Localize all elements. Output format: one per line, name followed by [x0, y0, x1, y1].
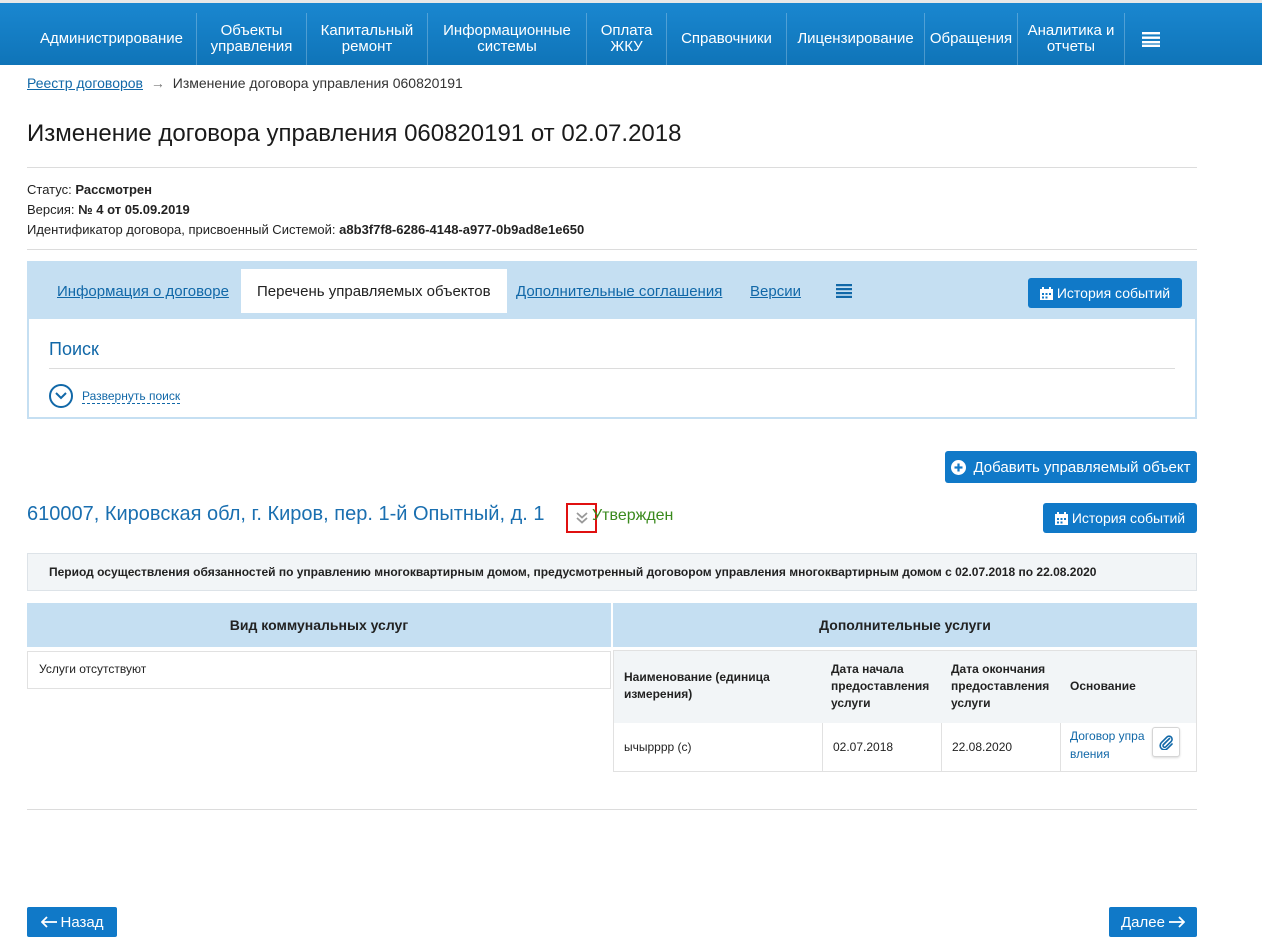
list-icon [836, 284, 852, 298]
breadcrumb-arrow: → [150, 75, 165, 91]
nav-item-analytics[interactable]: Аналитика и отчеты [1018, 13, 1125, 65]
nav-item-licensing[interactable]: Лицензирование [787, 13, 925, 65]
column-basis: Основание [1070, 679, 1136, 693]
tab-additional-agreements[interactable]: Дополнительные соглашения [516, 269, 722, 313]
nav-item-reference[interactable]: Справочники [667, 13, 787, 65]
divider [27, 249, 1197, 250]
column-start-date: Дата начала предоставления услуги [831, 662, 930, 710]
attachment-button[interactable] [1152, 727, 1180, 757]
add-managed-object-button[interactable]: Добавить управляемый объект [945, 451, 1197, 483]
management-period: Период осуществления обязанностей по упр… [27, 553, 1197, 591]
tab-more-menu[interactable] [836, 269, 852, 313]
hamburger-icon [1142, 32, 1160, 47]
divider [27, 167, 1197, 168]
service-end-date: 22.08.2020 [952, 740, 1013, 754]
breadcrumb: Реестр договоров → Изменение договора уп… [27, 75, 463, 91]
back-button-label: Назад [60, 913, 104, 931]
page-title: Изменение договора управления 060820191 … [27, 120, 682, 147]
tab-bar: Информация о договоре Перечень управляем… [29, 263, 1195, 319]
divider [49, 368, 1175, 369]
nav-item-payment[interactable]: Оплата ЖКУ [587, 13, 667, 65]
additional-services-table: Наименование (единица измерения) Дата на… [613, 650, 1197, 772]
identifier-label: Идентификатор договора, присвоенный Сист… [27, 222, 336, 237]
identifier-value: a8b3f7f8-6286-4148-a977-0b9ad8e1e650 [339, 222, 585, 237]
no-services-text: Услуги отсутствуют [39, 662, 147, 676]
nav-item-appeals[interactable]: Обращения [925, 13, 1018, 65]
column-name: Наименование (единица измерения) [624, 670, 770, 701]
basis-document-link[interactable]: Договор управления [1070, 727, 1150, 763]
expand-search-link[interactable]: Развернуть поиск [82, 389, 181, 404]
history-button-top[interactable]: История событий [1028, 278, 1182, 308]
arrow-right-icon [1168, 916, 1185, 928]
utility-services-header-label: Вид коммунальных услуг [229, 617, 409, 633]
version-line: Версия: № 4 от 05.09.2019 [27, 202, 190, 217]
plus-circle-icon [951, 459, 967, 475]
identifier-line: Идентификатор договора, присвоенный Сист… [27, 222, 584, 237]
divider [27, 809, 1197, 810]
calendar-icon [1039, 286, 1053, 300]
no-services-cell: Услуги отсутствуют [27, 651, 611, 689]
tab-managed-objects[interactable]: Перечень управляемых объектов [241, 269, 507, 313]
double-chevron-down-icon [575, 512, 588, 524]
arrow-left-icon [40, 916, 57, 928]
calendar-icon [1054, 511, 1068, 525]
utility-services-header: Вид коммунальных услуг [27, 603, 611, 647]
version-value: № 4 от 05.09.2019 [78, 202, 190, 217]
status-value: Рассмотрен [75, 182, 152, 197]
next-button-label: Далее [1121, 913, 1165, 931]
breadcrumb-current: Изменение договора управления 060820191 [172, 75, 463, 91]
additional-services-header-label: Дополнительные услуги [819, 617, 991, 633]
breadcrumb-link-registry[interactable]: Реестр договоров [27, 75, 143, 91]
service-name: ычырррр (с) [624, 740, 692, 754]
nav-item-management-objects[interactable]: Объекты управления [197, 13, 307, 65]
object-status: Утвержден [592, 507, 674, 524]
status-label: Статус: [27, 182, 72, 197]
nav-item-administration[interactable]: Администрирование [27, 13, 197, 65]
add-managed-object-label: Добавить управляемый объект [973, 458, 1191, 476]
table-row: ычырррр (с) 02.07.2018 22.08.2020 Догово… [614, 723, 1196, 771]
tab-versions[interactable]: Версии [750, 269, 801, 313]
top-navigation: Администрирование Объекты управления Кап… [0, 0, 1262, 65]
additional-services-header: Дополнительные услуги [613, 603, 1197, 647]
tab-contract-info[interactable]: Информация о договоре [57, 269, 229, 313]
history-button-label: История событий [1056, 285, 1171, 301]
object-address: 610007, Кировская обл, г. Киров, пер. 1-… [27, 503, 545, 525]
tab-panel: Информация о договоре Перечень управляем… [27, 261, 1197, 419]
nav-menu-button[interactable] [1125, 13, 1177, 65]
additional-services-subheader: Наименование (единица измерения) Дата на… [614, 651, 1196, 723]
column-end-date: Дата окончания предоставления услуги [951, 662, 1050, 710]
service-start-date: 02.07.2018 [833, 740, 894, 754]
version-label: Версия: [27, 202, 75, 217]
expand-search-toggle[interactable] [49, 384, 73, 408]
back-button[interactable]: Назад [27, 907, 117, 937]
management-period-text: Период осуществления обязанностей по упр… [49, 565, 1097, 579]
paperclip-icon [1159, 735, 1173, 750]
chevron-down-icon [55, 392, 67, 400]
nav-item-capital-repair[interactable]: Капитальный ремонт [307, 13, 428, 65]
history-button-label: История событий [1071, 510, 1186, 526]
nav-item-info-systems[interactable]: Информационные системы [428, 13, 587, 65]
search-title: Поиск [49, 339, 99, 359]
top-navigation-items: Администрирование Объекты управления Кап… [27, 13, 1197, 68]
history-button-object[interactable]: История событий [1043, 503, 1197, 533]
status-line: Статус: Рассмотрен [27, 182, 152, 197]
next-button[interactable]: Далее [1109, 907, 1197, 937]
